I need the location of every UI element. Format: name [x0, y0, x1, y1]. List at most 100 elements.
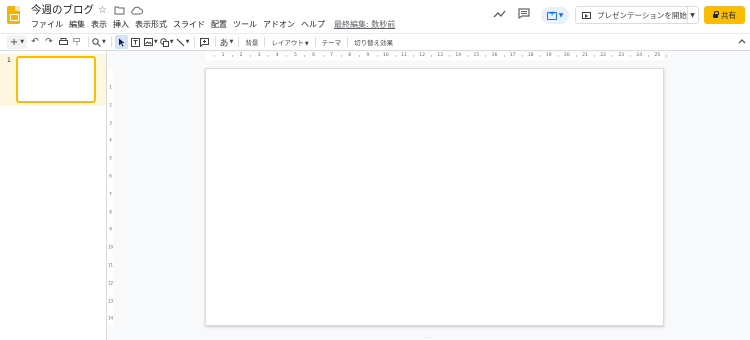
- ruler-tick-label: 25: [654, 53, 661, 58]
- ruler-tick-label: 9: [109, 226, 112, 232]
- ruler-tick-label: 2: [109, 102, 112, 108]
- ruler-tick-label: 19: [545, 53, 552, 58]
- line-icon[interactable]: ▼: [176, 35, 190, 49]
- slide-thumbnail[interactable]: [16, 56, 96, 103]
- chevron-down-icon: ▼: [102, 39, 106, 45]
- chevron-down-icon: ▼: [229, 39, 234, 45]
- shape-icon[interactable]: ▼: [159, 35, 174, 49]
- ruler-tick-label: 3: [109, 120, 112, 126]
- ruler-tick-label: 18: [527, 53, 534, 58]
- ruler-minor-tick: [358, 55, 360, 57]
- text-box-icon[interactable]: [130, 35, 142, 49]
- menu-addons[interactable]: アドオン: [263, 19, 295, 30]
- transition-button[interactable]: 切り替え効果: [354, 37, 393, 47]
- ruler-tick-label: 13: [108, 298, 114, 304]
- toolbar-divider: [215, 37, 217, 47]
- ruler-minor-tick: [575, 55, 577, 57]
- speaker-notes-drag-handle[interactable]: ···: [424, 335, 432, 340]
- ruler-tick-label: 14: [108, 315, 114, 321]
- menu-edit[interactable]: 編集: [69, 19, 85, 30]
- ruler-tick-label: 13: [437, 53, 444, 58]
- menu-insert[interactable]: 挿入: [113, 19, 129, 30]
- chevron-down-icon: ▼: [153, 39, 158, 45]
- ruler-minor-tick: [394, 55, 396, 57]
- zoom-icon[interactable]: ▼: [92, 35, 106, 49]
- last-edit-link[interactable]: 最終編集: 数秒前: [334, 19, 395, 30]
- theme-button[interactable]: テーマ: [322, 37, 342, 47]
- ruler-tick-label: 12: [419, 53, 425, 58]
- ruler-tick-label: 3: [257, 53, 261, 58]
- layout-button[interactable]: レイアウト▼: [271, 37, 308, 47]
- comment-history-icon[interactable]: [518, 8, 530, 22]
- toolbar-divider: [238, 37, 240, 47]
- menu-format[interactable]: 表示形式: [135, 19, 167, 30]
- ruler-tick-label: 14: [455, 53, 462, 58]
- print-icon[interactable]: [57, 35, 69, 49]
- select-cursor-icon[interactable]: [114, 35, 128, 49]
- ruler-tick-label: 11: [401, 53, 407, 58]
- undo-icon[interactable]: ↶: [29, 35, 41, 49]
- slides-app: 今週のブログ ☆ ファイル 編集 表示 挿入 表示形式 スライド 配置 ツール …: [0, 0, 750, 340]
- chevron-down-icon: ▼: [304, 41, 309, 47]
- paint-format-icon[interactable]: [71, 35, 83, 49]
- toolbar-divider: [264, 37, 266, 47]
- present-icon: [582, 11, 591, 19]
- ruler-tick-label: 4: [275, 53, 279, 58]
- activity-dashboard-icon[interactable]: [493, 8, 506, 22]
- menu-tools[interactable]: ツール: [233, 19, 257, 30]
- horizontal-ruler[interactable]: 1 2 3 4 5 6 7 8 9 10 11 12 13 14 15 16 17 18 19 20 21 22 23 24 2…: [206, 52, 668, 60]
- toolbar-divider: [194, 37, 196, 47]
- slide-editor: 1 2 3 4 5 6 7 8 9 10 11 12 13 14 15 16 17 18 19 20 21 22 23 24 2…: [108, 51, 750, 340]
- menu-arrange[interactable]: 配置: [211, 19, 227, 30]
- ruler-tick-label: 24: [636, 53, 643, 58]
- menu-view[interactable]: 表示: [91, 19, 107, 30]
- redo-icon[interactable]: ↷: [43, 35, 55, 49]
- slides-logo-icon[interactable]: [7, 6, 20, 24]
- slide-number: 1: [7, 57, 11, 64]
- star-icon[interactable]: ☆: [96, 4, 109, 17]
- image-icon[interactable]: ▼: [143, 35, 158, 49]
- ruler-tick-label: 15: [473, 53, 480, 58]
- ruler-tick-label: 20: [564, 53, 570, 58]
- ruler-minor-tick: [557, 55, 559, 57]
- add-comment-icon[interactable]: [198, 35, 210, 49]
- slide-thumbnail-row[interactable]: 1: [0, 54, 106, 106]
- present-options-button[interactable]: ▼: [687, 6, 699, 24]
- ruler-tick-label: 5: [109, 155, 112, 161]
- layout-label: レイアウト: [271, 39, 304, 47]
- ruler-minor-tick: [648, 55, 650, 57]
- ruler-minor-tick: [268, 55, 270, 57]
- present-button[interactable]: プレゼンテーションを開始: [575, 6, 688, 24]
- cloud-status-icon[interactable]: [130, 4, 143, 17]
- folder-move-icon[interactable]: [113, 4, 126, 17]
- ruler-minor-tick: [521, 55, 523, 57]
- ruler-tick-label: 10: [108, 244, 114, 250]
- ruler-minor-tick: [322, 55, 324, 57]
- background-button[interactable]: 背景: [245, 37, 258, 47]
- menu-help[interactable]: ヘルプ: [301, 19, 325, 30]
- menu-slide[interactable]: スライド: [173, 19, 205, 30]
- menu-file[interactable]: ファイル: [31, 19, 63, 30]
- ruler-minor-tick: [431, 55, 433, 57]
- chevron-up-icon[interactable]: [738, 37, 746, 46]
- ruler-minor-tick: [594, 55, 596, 57]
- slide-canvas[interactable]: [205, 68, 664, 326]
- ruler-tick-label: 22: [600, 53, 606, 58]
- share-label: 共有: [721, 10, 736, 20]
- new-slide-toolbar-button[interactable]: + ▼: [7, 35, 27, 49]
- ruler-minor-tick: [630, 55, 632, 57]
- document-title[interactable]: 今週のブログ: [31, 3, 94, 17]
- vertical-ruler[interactable]: 1 2 3 4 5 6 7 8 9 10 11 12 13 14: [108, 68, 113, 326]
- input-tools-icon[interactable]: あ ▼: [219, 35, 233, 49]
- ruler-minor-tick: [485, 55, 487, 57]
- ruler-minor-tick: [304, 55, 306, 57]
- ruler-tick-label: 1: [109, 84, 112, 90]
- new-slide-button[interactable]: ▼: [541, 7, 569, 24]
- share-button[interactable]: 共有: [704, 6, 745, 24]
- toolbar-divider: [110, 37, 112, 47]
- chevron-down-icon: ▼: [185, 39, 190, 45]
- ruler-tick-label: 11: [108, 262, 114, 268]
- ruler-tick-label: 21: [582, 53, 588, 58]
- ruler-minor-tick: [666, 55, 668, 57]
- ruler-tick-label: 6: [312, 53, 315, 58]
